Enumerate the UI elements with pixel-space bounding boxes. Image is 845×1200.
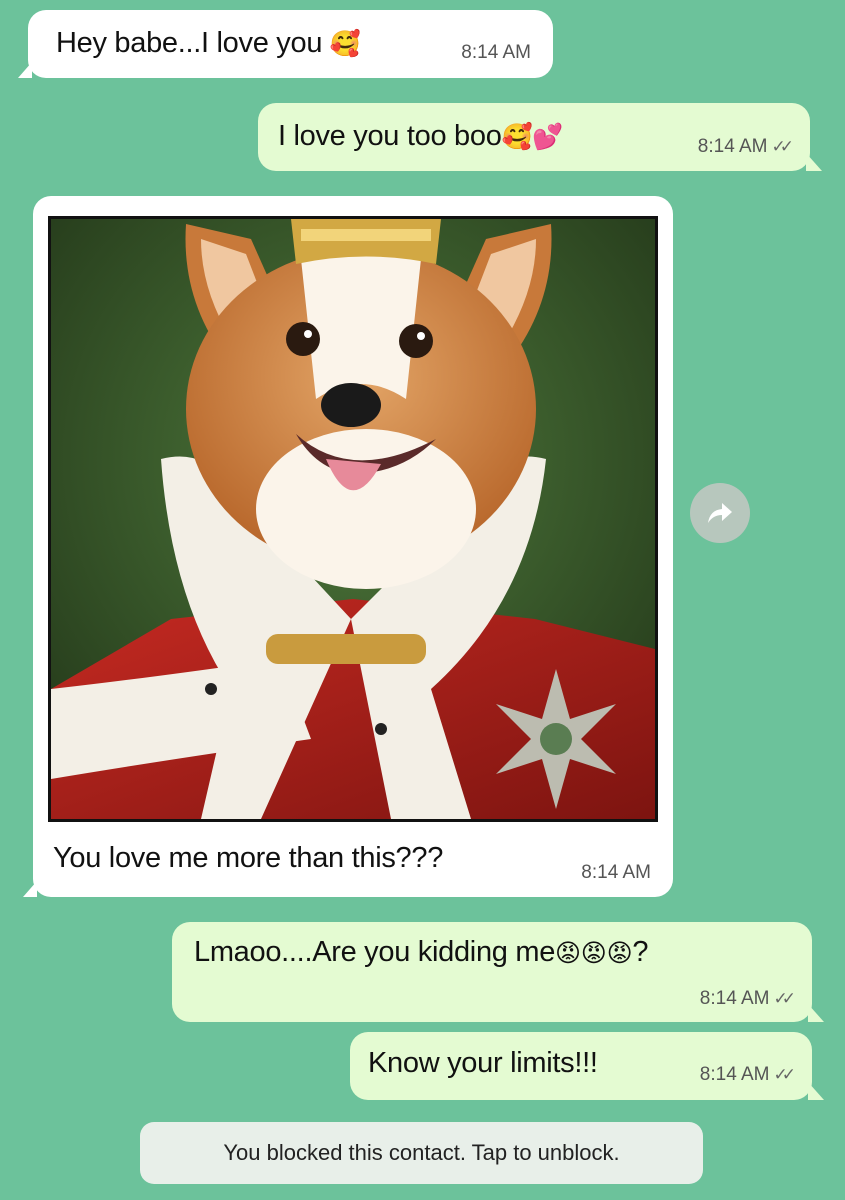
- forward-arrow-icon[interactable]: [690, 483, 750, 543]
- message-text: Know your limits!!!: [368, 1047, 598, 1079]
- incoming-image-message[interactable]: You love me more than this??? 8:14 AM: [23, 196, 673, 897]
- message-time: 8:14 AM ✓✓: [697, 136, 794, 157]
- message-text: I love you too boo🥰💕: [278, 120, 564, 152]
- outgoing-message[interactable]: Lmaoo....Are you kidding me😡😡😡? 8:14 AM ✓…: [172, 922, 824, 1022]
- image-caption: You love me more than this???: [53, 842, 444, 874]
- love-emojis: 🥰💕: [501, 122, 564, 151]
- outgoing-message[interactable]: Know your limits!!! 8:14 AM ✓✓: [350, 1032, 824, 1100]
- angry-face-emojis: 😡😡😡: [555, 939, 633, 968]
- read-ticks-icon: ✓✓: [773, 989, 796, 1008]
- smiling-hearts-emoji: 🥰: [329, 29, 361, 58]
- outgoing-message[interactable]: I love you too boo🥰💕 8:14 AM ✓✓: [258, 103, 822, 171]
- read-ticks-icon: ✓✓: [771, 137, 794, 156]
- message-time: 8:14 AM: [581, 862, 651, 883]
- message-time: 8:14 AM ✓✓: [699, 988, 796, 1009]
- message-time: 8:14 AM: [461, 42, 531, 63]
- message-text: Hey babe...I love you 🥰: [56, 27, 361, 59]
- blocked-contact-notice[interactable]: You blocked this contact. Tap to unblock…: [140, 1122, 703, 1184]
- message-time: 8:14 AM ✓✓: [699, 1064, 796, 1085]
- incoming-message[interactable]: Hey babe...I love you 🥰 8:14 AM: [18, 10, 553, 78]
- corgi-king-portrait-image[interactable]: [48, 216, 658, 822]
- read-ticks-icon: ✓✓: [773, 1065, 796, 1084]
- message-text: Lmaoo....Are you kidding me😡😡😡?: [194, 936, 649, 968]
